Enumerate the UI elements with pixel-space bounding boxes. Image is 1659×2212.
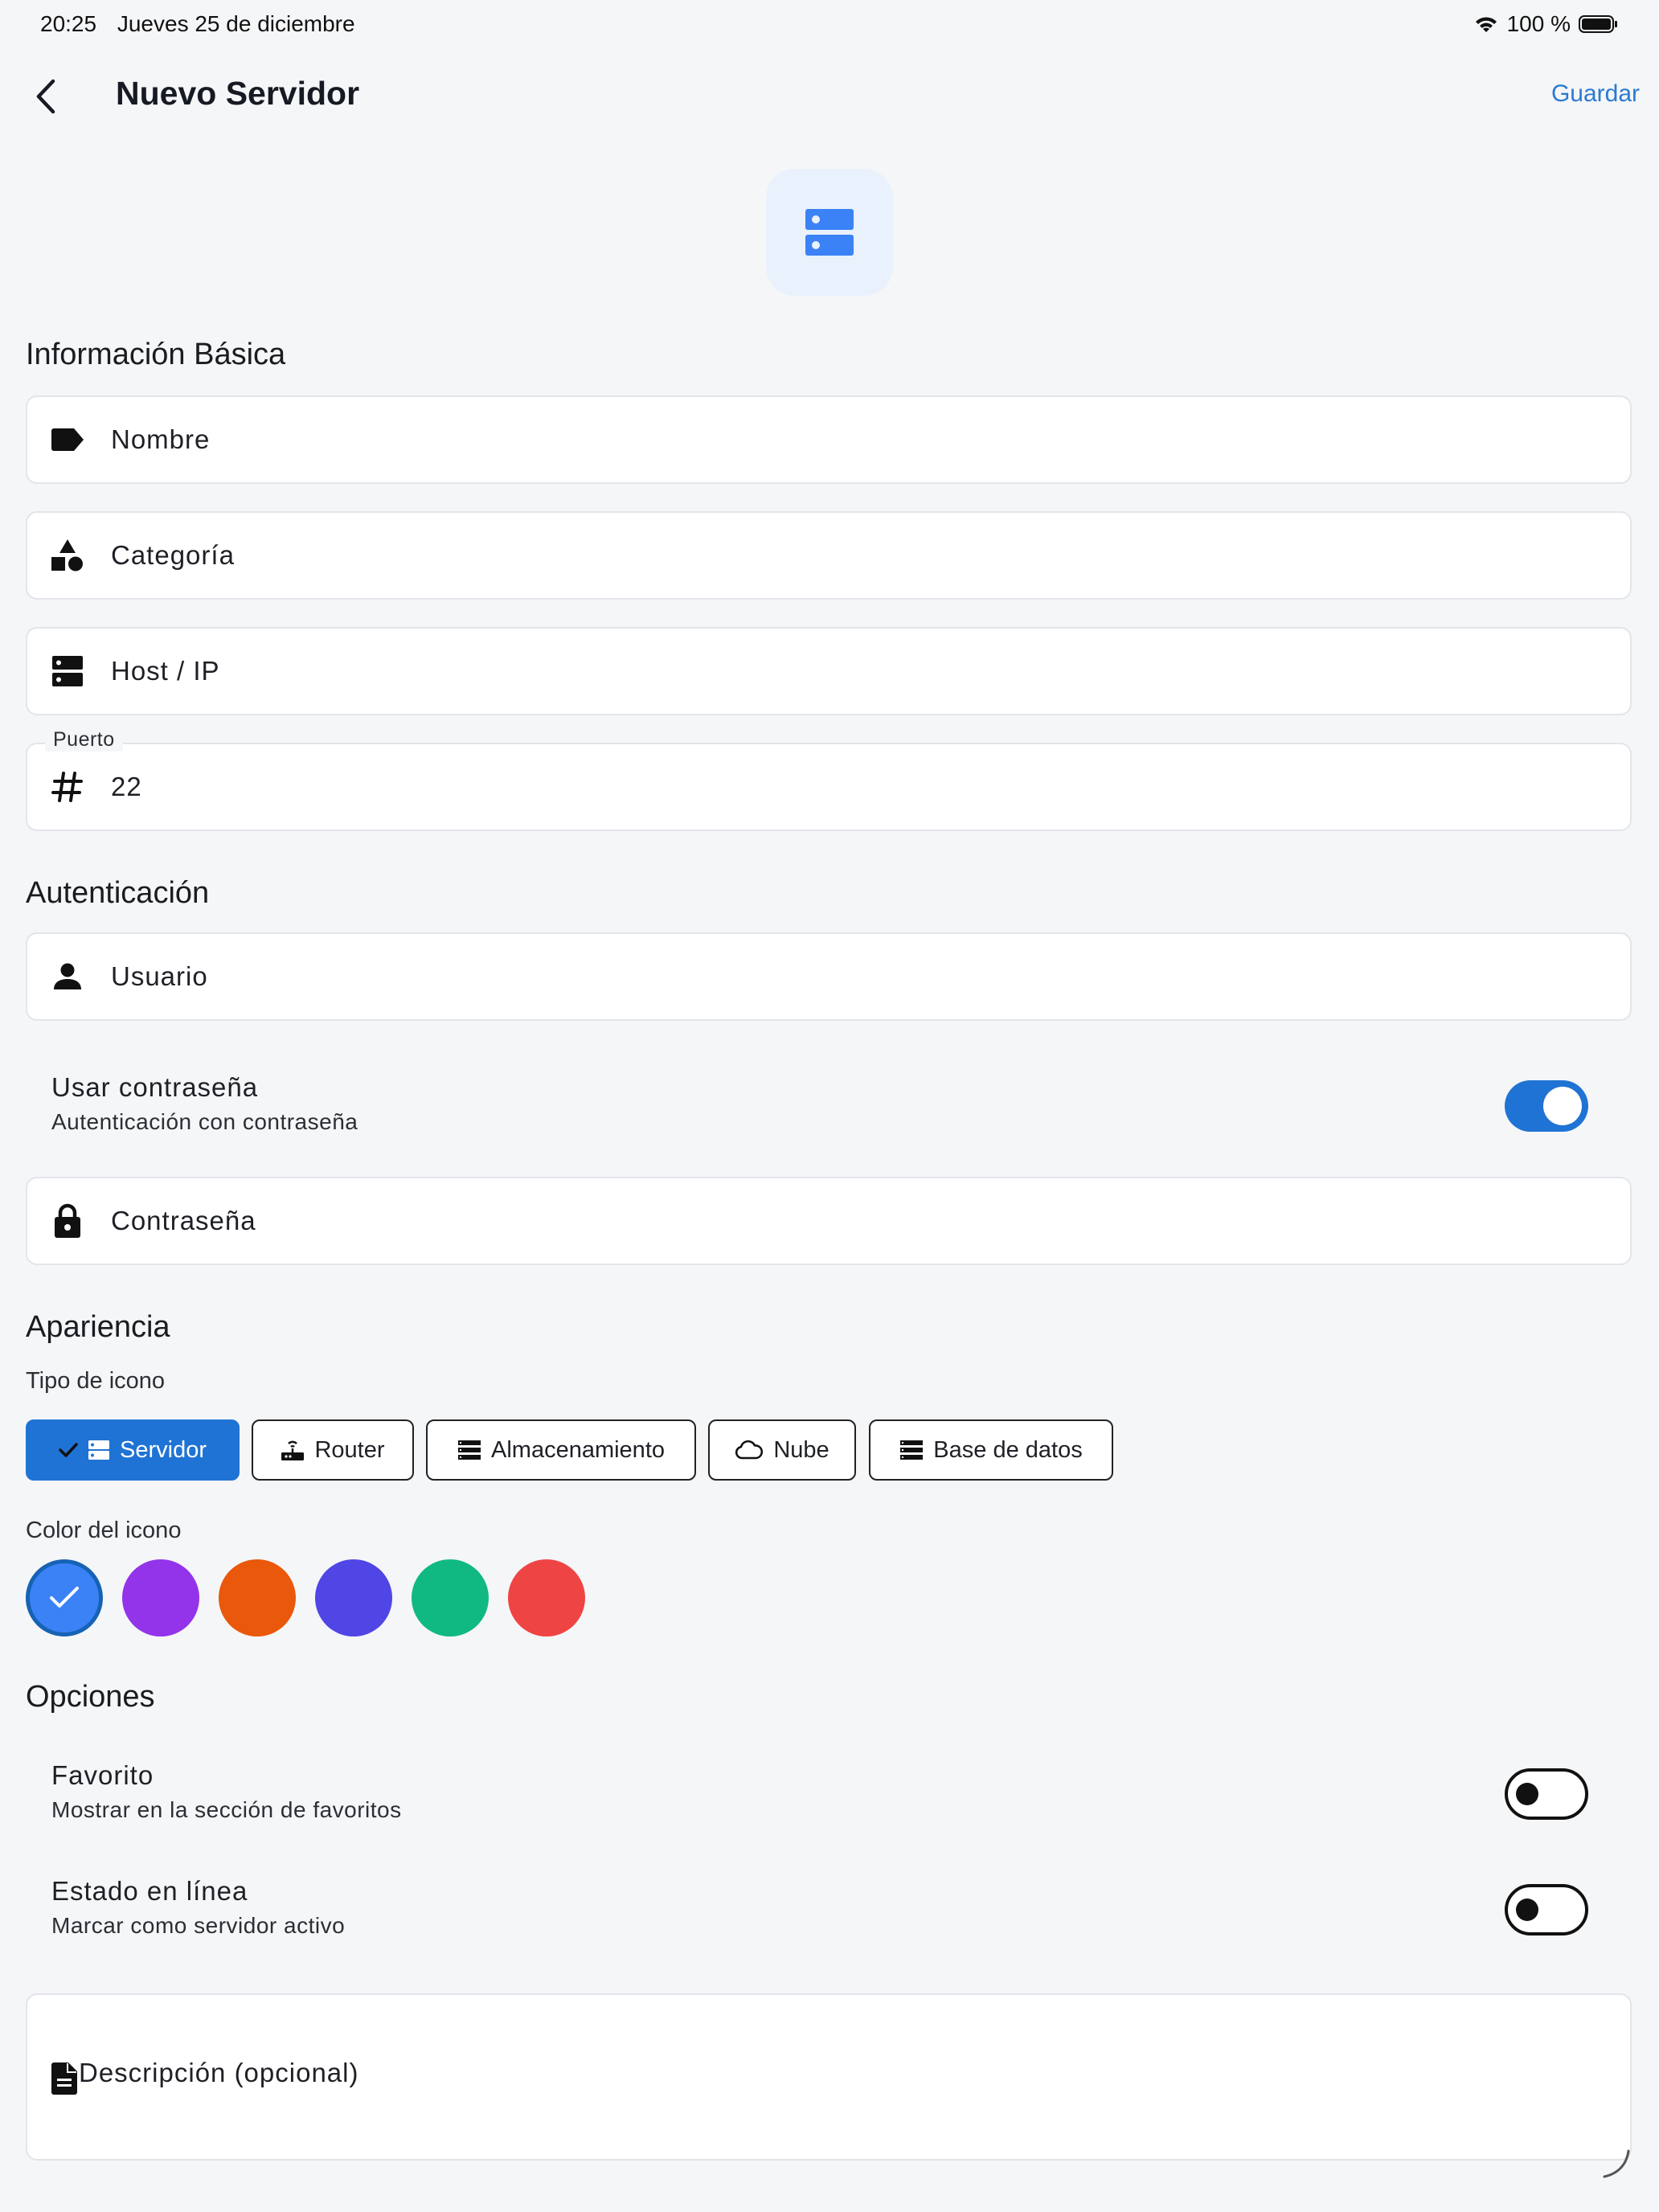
toggle-knob xyxy=(1516,1783,1538,1805)
chip-label: Almacenamiento xyxy=(491,1436,665,1463)
chip-server[interactable]: Servidor xyxy=(26,1419,240,1481)
category-field[interactable]: Categoría xyxy=(26,511,1632,600)
check-icon xyxy=(59,1442,78,1458)
description-placeholder: Descripción (opcional) xyxy=(79,2058,359,2087)
person-icon xyxy=(48,957,87,996)
wifi-icon xyxy=(1473,14,1499,34)
chevron-left-icon xyxy=(34,78,58,115)
use-password-toggle[interactable] xyxy=(1505,1080,1588,1132)
status-bar-clock: 20:25 Jueves 25 de diciembre xyxy=(40,11,355,37)
page-title: Nuevo Servidor xyxy=(116,75,360,112)
password-placeholder: Contraseña xyxy=(111,1206,256,1235)
password-field[interactable]: Contraseña xyxy=(26,1177,1632,1265)
check-icon xyxy=(49,1586,80,1610)
online-subtitle: Marcar como servidor activo xyxy=(51,1913,346,1938)
color-swatch-purple[interactable] xyxy=(122,1559,199,1636)
dns-icon xyxy=(48,652,87,690)
cloud-icon xyxy=(735,1440,764,1460)
router-icon xyxy=(281,1439,305,1461)
section-title-basic-info: Información Básica xyxy=(26,338,286,371)
host-placeholder: Host / IP xyxy=(111,656,220,686)
chip-storage[interactable]: Almacenamiento xyxy=(426,1419,696,1481)
section-title-auth: Autenticación xyxy=(26,876,210,910)
favorite-subtitle: Mostrar en la sección de favoritos xyxy=(51,1797,402,1822)
category-icon xyxy=(48,536,87,575)
color-swatch-orange[interactable] xyxy=(219,1559,296,1636)
use-password-subtitle: Autenticación con contraseña xyxy=(51,1109,358,1134)
status-time: 20:25 xyxy=(40,11,97,36)
database-icon xyxy=(899,1440,924,1460)
host-field[interactable]: Host / IP xyxy=(26,627,1632,715)
toggle-knob xyxy=(1516,1899,1538,1921)
server-icon xyxy=(88,1440,110,1460)
icon-type-label: Tipo de icono xyxy=(26,1368,166,1394)
icon-color-label: Color del icono xyxy=(26,1518,182,1543)
description-field[interactable]: Descripción (opcional) xyxy=(26,1993,1632,2178)
back-button[interactable] xyxy=(27,72,64,121)
toggle-knob xyxy=(1543,1087,1582,1125)
label-icon xyxy=(48,420,87,459)
use-password-title: Usar contraseña xyxy=(51,1072,259,1102)
battery-icon xyxy=(1579,14,1619,34)
chip-router[interactable]: Router xyxy=(252,1419,414,1481)
port-label: Puerto xyxy=(45,728,123,752)
name-field[interactable]: Nombre xyxy=(26,395,1632,484)
user-placeholder: Usuario xyxy=(111,961,208,991)
color-swatch-indigo[interactable] xyxy=(315,1559,392,1636)
color-swatch-green[interactable] xyxy=(412,1559,489,1636)
chip-label: Nube xyxy=(773,1436,830,1463)
chip-cloud[interactable]: Nube xyxy=(708,1419,856,1481)
section-title-options: Opciones xyxy=(26,1680,155,1714)
online-toggle[interactable] xyxy=(1505,1884,1588,1936)
color-swatch-red[interactable] xyxy=(508,1559,585,1636)
port-value: 22 xyxy=(111,772,142,801)
save-button[interactable]: Guardar xyxy=(1551,80,1640,108)
hash-icon xyxy=(48,768,87,806)
online-title: Estado en línea xyxy=(51,1876,248,1906)
battery-percent: 100 % xyxy=(1506,11,1571,36)
favorite-toggle[interactable] xyxy=(1505,1768,1588,1820)
lock-icon xyxy=(48,1202,87,1240)
section-title-appearance: Apariencia xyxy=(26,1310,170,1344)
server-icon xyxy=(805,207,854,257)
user-field[interactable]: Usuario xyxy=(26,932,1632,1021)
status-bar-indicators: 100 % xyxy=(1473,11,1619,37)
favorite-title: Favorito xyxy=(51,1760,154,1790)
status-date: Jueves 25 de diciembre xyxy=(117,11,355,36)
server-avatar xyxy=(766,169,893,296)
storage-icon xyxy=(457,1440,481,1460)
resize-handle-icon[interactable] xyxy=(1600,2148,1632,2180)
chip-label: Base de datos xyxy=(933,1436,1083,1463)
port-field[interactable]: Puerto 22 xyxy=(26,728,1632,831)
document-icon xyxy=(51,2062,77,2095)
chip-label: Servidor xyxy=(120,1436,207,1463)
color-swatch-blue[interactable] xyxy=(26,1559,103,1636)
chip-label: Router xyxy=(314,1436,385,1463)
category-placeholder: Categoría xyxy=(111,540,235,570)
chip-database[interactable]: Base de datos xyxy=(869,1419,1113,1481)
name-placeholder: Nombre xyxy=(111,424,211,454)
